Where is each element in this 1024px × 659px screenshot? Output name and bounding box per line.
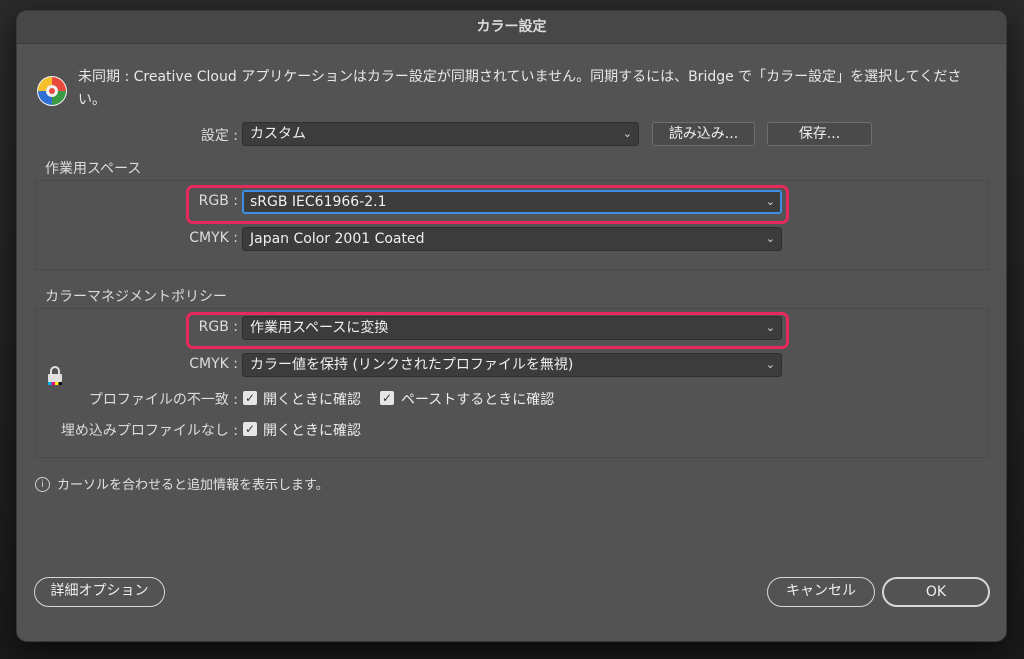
chevron-down-icon: ⌄ <box>765 321 775 334</box>
policies-title: カラーマネジメントポリシー <box>45 289 227 305</box>
settings-select-value: カスタム <box>250 126 306 142</box>
chevron-down-icon: ⌄ <box>622 127 632 140</box>
working-cmyk-select[interactable]: Japan Color 2001 Coated ⌄ <box>242 227 782 251</box>
sync-status-message: 未同期 : Creative Cloud アプリケーションはカラー設定が同期され… <box>78 69 962 108</box>
info-icon: i <box>35 477 50 492</box>
policy-rgb-label: RGB : <box>198 319 238 335</box>
missing-open-checkbox[interactable]: ✓ <box>243 422 257 436</box>
color-settings-dialog: カラー設定 未同期 : Creative Cloud アプリケーションはカラー設… <box>17 11 1006 641</box>
settings-label: 設定 : <box>200 128 238 144</box>
save-button[interactable]: 保存... <box>767 122 872 146</box>
policy-cmyk-value: カラー値を保持 (リンクされたプロファイルを無視) <box>250 357 574 373</box>
working-rgb-label: RGB : <box>198 193 238 209</box>
working-rgb-select[interactable]: sRGB IEC61966-2.1 ⌄ <box>242 190 782 214</box>
lock-icon <box>48 366 62 385</box>
mismatch-open-label: 開くときに確認 <box>263 392 361 408</box>
mismatch-paste-label: ペーストするときに確認 <box>401 392 555 408</box>
policy-rgb-value: 作業用スペースに変換 <box>250 320 389 336</box>
info-text: カーソルを合わせると追加情報を表示します。 <box>57 478 329 493</box>
missing-profile-label: 埋め込みプロファイルなし : <box>60 423 238 439</box>
working-cmyk-value: Japan Color 2001 Coated <box>250 231 425 247</box>
cancel-button[interactable]: キャンセル <box>767 577 875 607</box>
profile-mismatch-label: プロファイルの不一致 : <box>88 392 238 408</box>
policy-cmyk-label: CMYK : <box>189 356 238 372</box>
working-cmyk-label: CMYK : <box>189 230 238 246</box>
settings-select[interactable]: カスタム ⌄ <box>242 122 639 146</box>
working-rgb-value: sRGB IEC61966-2.1 <box>250 194 387 210</box>
working-spaces-title: 作業用スペース <box>45 161 142 177</box>
missing-open-label: 開くときに確認 <box>263 423 361 439</box>
ok-button[interactable]: OK <box>882 577 990 607</box>
mismatch-open-checkbox[interactable]: ✓ <box>243 391 257 405</box>
color-sync-icon <box>37 76 67 106</box>
mismatch-paste-checkbox[interactable]: ✓ <box>380 391 394 405</box>
chevron-down-icon: ⌄ <box>765 232 775 245</box>
load-button[interactable]: 読み込み... <box>652 122 755 146</box>
policy-rgb-select[interactable]: 作業用スペースに変換 ⌄ <box>242 316 782 340</box>
dialog-title: カラー設定 <box>17 11 1006 44</box>
chevron-down-icon: ⌄ <box>765 358 775 371</box>
policy-cmyk-select[interactable]: カラー値を保持 (リンクされたプロファイルを無視) ⌄ <box>242 353 782 377</box>
chevron-down-icon: ⌄ <box>765 195 775 208</box>
advanced-options-button[interactable]: 詳細オプション <box>34 577 165 607</box>
